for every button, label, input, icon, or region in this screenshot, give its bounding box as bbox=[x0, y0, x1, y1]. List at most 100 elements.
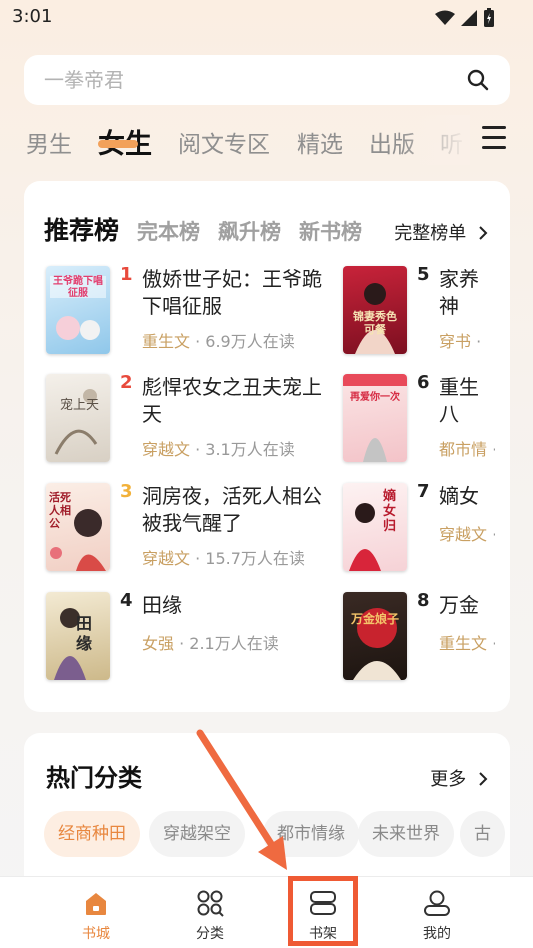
nav-bookstore[interactable]: 书城 bbox=[51, 877, 141, 948]
book-readers: · bbox=[487, 525, 495, 544]
book-meta: 重生文 · bbox=[439, 630, 495, 654]
search-bar[interactable] bbox=[24, 55, 510, 105]
status-time: 3:01 bbox=[12, 6, 53, 27]
rank-number: 4 bbox=[120, 590, 133, 611]
book-cover-text: 田缘 bbox=[76, 614, 93, 653]
tab-fade bbox=[400, 115, 470, 165]
book-readers: · 2.1万人在读 bbox=[174, 634, 279, 653]
tab-yuewen-zone[interactable]: 阅文专区 bbox=[178, 125, 270, 159]
rank-number: 3 bbox=[120, 481, 133, 502]
rank-number: 8 bbox=[417, 590, 430, 611]
book-readers: · bbox=[471, 332, 482, 351]
rank-tabs: 推荐榜 完本榜 飙升榜 新书榜 bbox=[44, 211, 384, 251]
book-cover-text: 再爱你一次 bbox=[350, 392, 400, 403]
book-meta: 穿越文 · bbox=[439, 521, 495, 545]
book-meta: 穿越文 · 3.1万人在读 bbox=[142, 436, 295, 460]
tab-featured[interactable]: 精选 bbox=[297, 125, 343, 159]
book-title: 万金娘子 bbox=[439, 593, 479, 617]
book-readers: · bbox=[487, 634, 495, 653]
book-genre: 重生文 bbox=[439, 634, 488, 653]
menu-icon[interactable] bbox=[482, 126, 508, 152]
nav-profile[interactable]: 我的 bbox=[392, 877, 482, 948]
book-meta: 穿越文 · 15.7万人在读 bbox=[142, 545, 305, 569]
book-cover-text: 锦妻秀色可餐 bbox=[353, 310, 397, 336]
book-readers: · bbox=[487, 440, 495, 459]
book-cover: 活死人相公 bbox=[46, 483, 110, 571]
book-cover: 再爱你一次 bbox=[343, 374, 407, 462]
full-rank-link[interactable]: 完整榜单 bbox=[394, 219, 488, 245]
book-genre: 穿越文 bbox=[142, 440, 191, 459]
book-cover: 田缘 bbox=[46, 592, 110, 680]
category-chip[interactable]: 古 bbox=[460, 811, 505, 857]
battery-icon bbox=[484, 8, 494, 27]
book-readers: · 6.9万人在读 bbox=[190, 332, 295, 351]
book-cover: 万金娘子 bbox=[343, 592, 407, 680]
category-chip[interactable]: 未来世界 bbox=[358, 811, 454, 857]
book-title: 傲娇世子妃：王爷跪下唱征服 bbox=[142, 267, 322, 318]
book-genre: 穿越文 bbox=[142, 549, 191, 568]
status-icons bbox=[435, 8, 495, 28]
book-genre: 女强 bbox=[142, 634, 175, 653]
chevron-right-icon bbox=[479, 772, 488, 786]
book-cover: 嫡女归 bbox=[343, 483, 407, 571]
nav-category[interactable]: 分类 bbox=[165, 877, 255, 948]
profile-icon bbox=[424, 890, 450, 916]
book-genre: 穿书 bbox=[439, 332, 472, 351]
book-genre: 都市情 bbox=[439, 440, 488, 459]
book-cover-text: 活死人相公 bbox=[49, 491, 71, 530]
tab-male[interactable]: 男生 bbox=[26, 125, 72, 159]
rank-number: 7 bbox=[417, 481, 430, 502]
wifi-icon bbox=[435, 10, 455, 25]
book-title: 重生八零：再爱你一次 bbox=[439, 375, 479, 426]
book-cover-text: 嫡女归 bbox=[383, 489, 397, 534]
chevron-right-icon bbox=[479, 226, 488, 240]
rank-number: 6 bbox=[417, 372, 430, 393]
nav-label: 书城 bbox=[82, 926, 110, 942]
rank-number: 2 bbox=[120, 372, 133, 393]
more-categories-link[interactable]: 更多 bbox=[430, 765, 488, 791]
book-cover-text: 宠上天 bbox=[60, 398, 100, 413]
book-readers: · 15.7万人在读 bbox=[190, 549, 305, 568]
rank-number: 1 bbox=[120, 264, 133, 285]
book-meta: 重生文 · 6.9万人在读 bbox=[142, 328, 295, 352]
category-icon bbox=[197, 890, 224, 917]
book-cover-text: 王爷跪下唱征服 bbox=[53, 276, 103, 299]
book-title: 洞房夜，活死人相公被我气醒了 bbox=[142, 484, 322, 535]
book-genre: 穿越文 bbox=[439, 525, 488, 544]
book-title: 彪悍农女之丑夫宠上天 bbox=[142, 375, 322, 426]
book-title: 田缘 bbox=[142, 593, 182, 617]
book-meta: 女强 · 2.1万人在读 bbox=[142, 630, 279, 654]
status-bar: 3:01 bbox=[0, 0, 533, 40]
book-genre: 重生文 bbox=[142, 332, 191, 351]
highlight-box bbox=[288, 876, 358, 946]
signal-icon bbox=[461, 10, 477, 26]
rank-tab-rising[interactable]: 飙升榜 bbox=[218, 216, 281, 246]
book-cover-text: 万金娘子 bbox=[351, 612, 400, 626]
book-title: 家养神医：绝色可餐 bbox=[439, 267, 479, 318]
book-cover: 王爷跪下唱征服 bbox=[46, 266, 110, 354]
rank-tab-new[interactable]: 新书榜 bbox=[299, 216, 362, 246]
full-rank-label: 完整榜单 bbox=[394, 223, 467, 244]
search-input[interactable] bbox=[44, 55, 444, 105]
home-icon bbox=[86, 893, 106, 915]
rank-tab-recommended[interactable]: 推荐榜 bbox=[44, 211, 119, 247]
hot-categories-card: 热门分类 更多 经商种田 穿越架空 都市情缘 未来世界 古 bbox=[24, 733, 510, 893]
book-title: 嫡女归来 bbox=[439, 484, 479, 508]
book-cover: 锦妻秀色可餐 bbox=[343, 266, 407, 354]
category-chip[interactable]: 经商种田 bbox=[44, 811, 140, 857]
book-meta: 都市情 · bbox=[439, 436, 495, 460]
nav-label: 分类 bbox=[196, 926, 224, 942]
category-chip[interactable]: 穿越架空 bbox=[149, 811, 245, 857]
active-tab-indicator bbox=[98, 140, 138, 148]
more-label: 更多 bbox=[430, 769, 467, 790]
book-readers: · 3.1万人在读 bbox=[190, 440, 295, 459]
rank-tab-completed[interactable]: 完本榜 bbox=[137, 216, 200, 246]
search-icon[interactable] bbox=[466, 68, 490, 92]
rank-card: 推荐榜 完本榜 飙升榜 新书榜 完整榜单 王爷跪下唱征服 1 傲娇世子妃：王爷跪下唱征… bbox=[24, 181, 510, 712]
nav-label: 我的 bbox=[423, 926, 451, 942]
category-chip[interactable]: 都市情缘 bbox=[263, 811, 359, 857]
book-meta: 穿书 · bbox=[439, 328, 495, 352]
bottom-nav: 书城 分类 书架 我的 bbox=[0, 876, 533, 948]
book-cover: 宠上天 bbox=[46, 374, 110, 462]
hot-categories-title: 热门分类 bbox=[46, 764, 142, 792]
